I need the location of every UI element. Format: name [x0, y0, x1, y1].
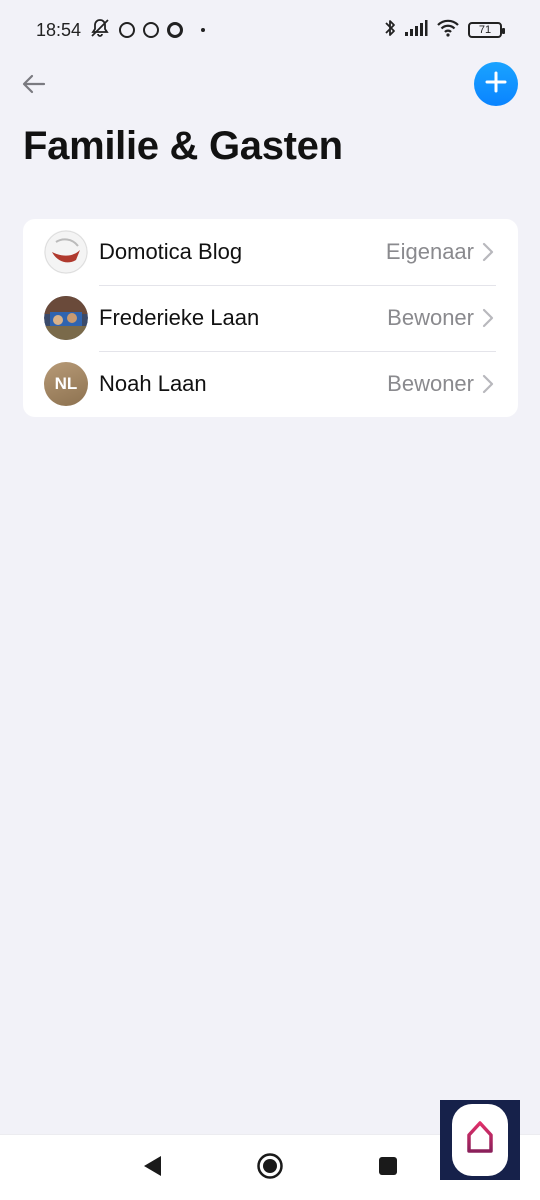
square-recents-icon — [377, 1155, 399, 1182]
member-list: Domotica Blog Eigenaar Frederieke Laan B… — [23, 219, 518, 417]
chevron-right-icon — [482, 307, 496, 329]
nav-back-button[interactable] — [137, 1153, 167, 1183]
member-role: Eigenaar — [385, 239, 474, 264]
page-title: Familie & Gasten — [23, 124, 343, 168]
chevron-right-icon — [482, 373, 496, 395]
app-logo-card — [452, 1104, 508, 1176]
bell-muted-icon — [89, 18, 111, 43]
avatar: NL — [44, 362, 88, 406]
nav-recents-button[interactable] — [373, 1153, 403, 1183]
status-right: 71 — [384, 18, 505, 43]
status-time: 18:54 — [36, 19, 82, 40]
arrow-left-icon — [22, 74, 46, 99]
nav-home-button[interactable] — [255, 1152, 285, 1185]
plus-icon — [485, 71, 507, 98]
member-row-domotica-blog[interactable]: Domotica Blog Eigenaar — [23, 219, 518, 285]
wifi-icon — [436, 19, 460, 42]
circle-notification-icon — [143, 22, 160, 38]
chevron-right-icon — [482, 241, 496, 263]
circle-home-icon — [256, 1152, 284, 1185]
status-bar: 18:54 71 — [0, 0, 540, 60]
circle-notification-icon — [119, 22, 136, 38]
app-logo-badge — [440, 1100, 520, 1180]
member-row-frederieke-laan[interactable]: Frederieke Laan Bewoner — [23, 285, 518, 351]
member-name: Frederieke Laan — [99, 305, 260, 330]
triangle-back-icon — [141, 1154, 163, 1183]
circle-notification-icon — [167, 22, 184, 38]
battery-level: 71 — [478, 24, 492, 36]
member-role: Bewoner — [387, 371, 474, 396]
bluetooth-icon — [384, 18, 396, 43]
member-role: Bewoner — [387, 305, 474, 330]
avatar — [44, 296, 88, 340]
add-member-button[interactable] — [474, 62, 518, 106]
signal-icon — [404, 19, 428, 42]
avatar — [44, 230, 88, 274]
more-notifications-dot — [201, 28, 206, 32]
house-logo-icon — [465, 1119, 495, 1162]
battery-icon: 71 — [468, 22, 505, 38]
status-left: 18:54 — [36, 18, 206, 43]
member-name: Domotica Blog — [99, 239, 243, 264]
back-button[interactable] — [16, 68, 52, 104]
member-name: Noah Laan — [99, 371, 207, 396]
member-row-noah-laan[interactable]: NL Noah Laan Bewoner — [23, 351, 518, 417]
